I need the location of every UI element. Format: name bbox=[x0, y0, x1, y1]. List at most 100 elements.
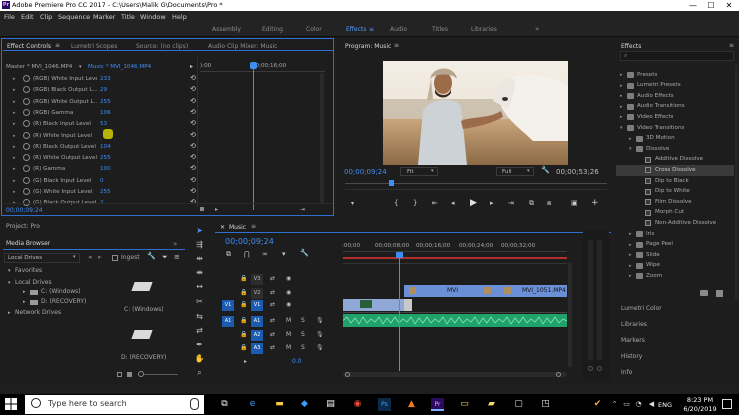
solo-left-button[interactable] bbox=[588, 366, 593, 371]
icon-view-icon[interactable] bbox=[127, 372, 132, 377]
add-marker-icon[interactable]: ▾ bbox=[282, 250, 286, 258]
timeline-horizontal-scrollbar[interactable] bbox=[343, 372, 567, 377]
slide-tool-icon[interactable]: ⇄ bbox=[193, 325, 206, 337]
reset-parameter-icon[interactable]: ⟲ bbox=[190, 131, 196, 139]
stopwatch-icon[interactable] bbox=[23, 75, 30, 82]
language-indicator[interactable]: ENG bbox=[658, 401, 672, 409]
taskbar-clock-date[interactable]: 6/20/2019 bbox=[680, 405, 720, 413]
play-button-icon[interactable]: ▶ bbox=[470, 198, 477, 208]
fx-playhead[interactable] bbox=[253, 62, 254, 210]
fx-param-value[interactable]: 255 bbox=[100, 189, 111, 195]
forward-arrow-icon[interactable]: ▸ bbox=[98, 253, 102, 261]
panel-menu-icon[interactable]: ≡ bbox=[55, 42, 60, 49]
effects-folder[interactable]: ▾ Dissolve bbox=[616, 144, 734, 154]
drive-c-tile-label[interactable]: C: (Windows) bbox=[124, 306, 164, 313]
razor-tool-icon[interactable]: ✂ bbox=[193, 296, 206, 308]
effect-item[interactable]: Cross Dissolve bbox=[616, 165, 734, 176]
add-marker-icon[interactable]: ▾ bbox=[351, 200, 354, 207]
eye-icon[interactable]: ◉ bbox=[286, 301, 291, 308]
timeline-vertical-scrollbar[interactable] bbox=[568, 262, 572, 367]
fx-param-value[interactable]: 106 bbox=[100, 110, 111, 116]
go-to-in-icon[interactable]: ⇤ bbox=[432, 199, 438, 207]
network-drives-header[interactable]: Network Drives bbox=[15, 309, 61, 316]
history-tab[interactable]: History bbox=[621, 353, 642, 360]
lock-icon[interactable]: 🔒 bbox=[240, 275, 247, 282]
fx-param-row[interactable]: ▸ (RGB) Black Output L... 29 ⟲ bbox=[0, 85, 208, 96]
button-editor-icon[interactable]: + bbox=[591, 198, 599, 208]
menu-window[interactable]: Window bbox=[140, 13, 166, 21]
expand-arrow-icon[interactable]: ▸ bbox=[629, 273, 632, 279]
fx-param-row[interactable]: ▸ (G) White Input Level 255 ⟲ bbox=[0, 187, 208, 198]
effect-item[interactable]: Non-Additive Dissolve bbox=[616, 218, 734, 228]
video-clip-v2[interactable]: MVI MVI_1051.MP4 bbox=[404, 285, 567, 297]
stopwatch-icon[interactable] bbox=[23, 176, 30, 184]
track-target-v3[interactable]: V3 bbox=[251, 274, 263, 285]
new-bin-icon[interactable] bbox=[700, 290, 708, 296]
eye-icon[interactable]: ◉ bbox=[286, 289, 291, 296]
expand-arrow-icon[interactable]: ▸ bbox=[620, 114, 623, 120]
panel-menu-icon[interactable]: ≡ bbox=[729, 42, 734, 49]
reset-parameter-icon[interactable]: ⟲ bbox=[190, 97, 196, 105]
stopwatch-icon[interactable] bbox=[23, 131, 30, 139]
vlc-icon[interactable]: ▲ bbox=[405, 398, 418, 411]
collapse-arrow-icon[interactable]: ▾ bbox=[620, 125, 623, 131]
expand-arrow-icon[interactable]: ▸ bbox=[13, 99, 16, 105]
fx-param-value[interactable]: 255 bbox=[100, 155, 111, 161]
effects-folder[interactable]: ▸ Video Effects bbox=[616, 112, 734, 122]
fx-param-value[interactable]: 104 bbox=[100, 144, 111, 150]
export-frame-icon[interactable]: ▣ bbox=[571, 199, 578, 207]
effects-folder[interactable]: ▸ Zoom bbox=[616, 271, 734, 281]
fx-param-row[interactable]: ▸ (R) Black Output Level 104 ⟲ bbox=[0, 142, 208, 153]
stopwatch-icon[interactable] bbox=[23, 108, 30, 116]
reset-parameter-icon[interactable]: ⟲ bbox=[190, 187, 196, 195]
sync-lock-icon[interactable]: ⇄ bbox=[270, 301, 275, 308]
stopwatch-icon[interactable] bbox=[23, 120, 30, 128]
reset-parameter-icon[interactable]: ⟲ bbox=[190, 74, 196, 82]
collapse-arrow-icon[interactable]: ▾ bbox=[8, 280, 11, 286]
mute-button[interactable]: M bbox=[286, 344, 291, 351]
expand-arrow-icon[interactable]: ▸ bbox=[23, 289, 26, 295]
expand-arrow-icon[interactable]: ▸ bbox=[629, 252, 632, 258]
trash-icon[interactable] bbox=[716, 290, 723, 297]
drive-c[interactable]: C: (Windows) bbox=[41, 288, 81, 295]
close-tab-icon[interactable]: ✕ bbox=[220, 224, 225, 231]
workspace-effects[interactable]: Effects bbox=[346, 26, 366, 33]
microphone-icon[interactable]: 🎙 bbox=[316, 331, 324, 338]
hard-drive-icon[interactable] bbox=[131, 282, 153, 291]
folder-icon[interactable]: ▰ bbox=[485, 398, 498, 411]
solo-button[interactable]: S bbox=[301, 317, 305, 324]
stopwatch-icon[interactable] bbox=[23, 142, 30, 150]
expand-arrow-icon[interactable]: ▸ bbox=[620, 72, 623, 78]
workspace-color[interactable]: Color bbox=[306, 26, 322, 33]
drive-d-tile-label[interactable]: D: (RECOVERY) bbox=[121, 354, 166, 361]
volume-icon[interactable]: ◀ bbox=[645, 398, 658, 411]
extract-icon[interactable]: ⧈ bbox=[547, 199, 551, 208]
info-tab[interactable]: Info bbox=[621, 369, 632, 376]
effects-folder[interactable]: ▸ Slide bbox=[616, 250, 734, 260]
track-select-tool-icon[interactable]: ⇶ bbox=[193, 239, 206, 251]
menu-edit[interactable]: Edit bbox=[21, 13, 34, 21]
expand-arrow-icon[interactable]: ▸ bbox=[23, 299, 26, 305]
wrench-icon[interactable]: 🔧 bbox=[300, 249, 309, 257]
menu-sequence[interactable]: Sequence bbox=[58, 13, 90, 21]
video-clip[interactable] bbox=[343, 299, 404, 311]
chrome-icon[interactable]: ◉ bbox=[351, 398, 364, 411]
workspace-menu-icon[interactable]: ≡ bbox=[369, 26, 374, 33]
expand-arrow-icon[interactable]: ▸ bbox=[629, 136, 632, 142]
effects-folder[interactable]: ▸ Page Peel bbox=[616, 240, 734, 250]
premiere-taskbar-icon[interactable]: Pr bbox=[431, 398, 444, 411]
fx-param-value[interactable]: 100 bbox=[100, 166, 111, 172]
program-timecode[interactable]: 00;00;09;24 bbox=[344, 168, 387, 176]
expand-arrow-icon[interactable]: ▸ bbox=[620, 104, 623, 110]
panel-menu-icon[interactable]: ≡ bbox=[174, 253, 180, 261]
tab-lumetri-scopes[interactable]: Lumetri Scopes bbox=[71, 43, 117, 50]
fx-playhead-handle[interactable] bbox=[250, 62, 257, 69]
step-back-icon[interactable]: ◂ bbox=[451, 199, 455, 207]
master-clip-label[interactable]: Master * MVI_1046.MP4 bbox=[6, 64, 72, 70]
store-icon[interactable]: ▤ bbox=[324, 398, 337, 411]
lock-icon[interactable]: 🔒 bbox=[240, 317, 247, 324]
favorites-header[interactable]: Favorites bbox=[15, 267, 42, 274]
microphone-icon[interactable]: 🎙 bbox=[316, 317, 324, 324]
fx-param-value[interactable]: 0 bbox=[100, 178, 104, 184]
effects-search-input[interactable] bbox=[620, 51, 734, 61]
